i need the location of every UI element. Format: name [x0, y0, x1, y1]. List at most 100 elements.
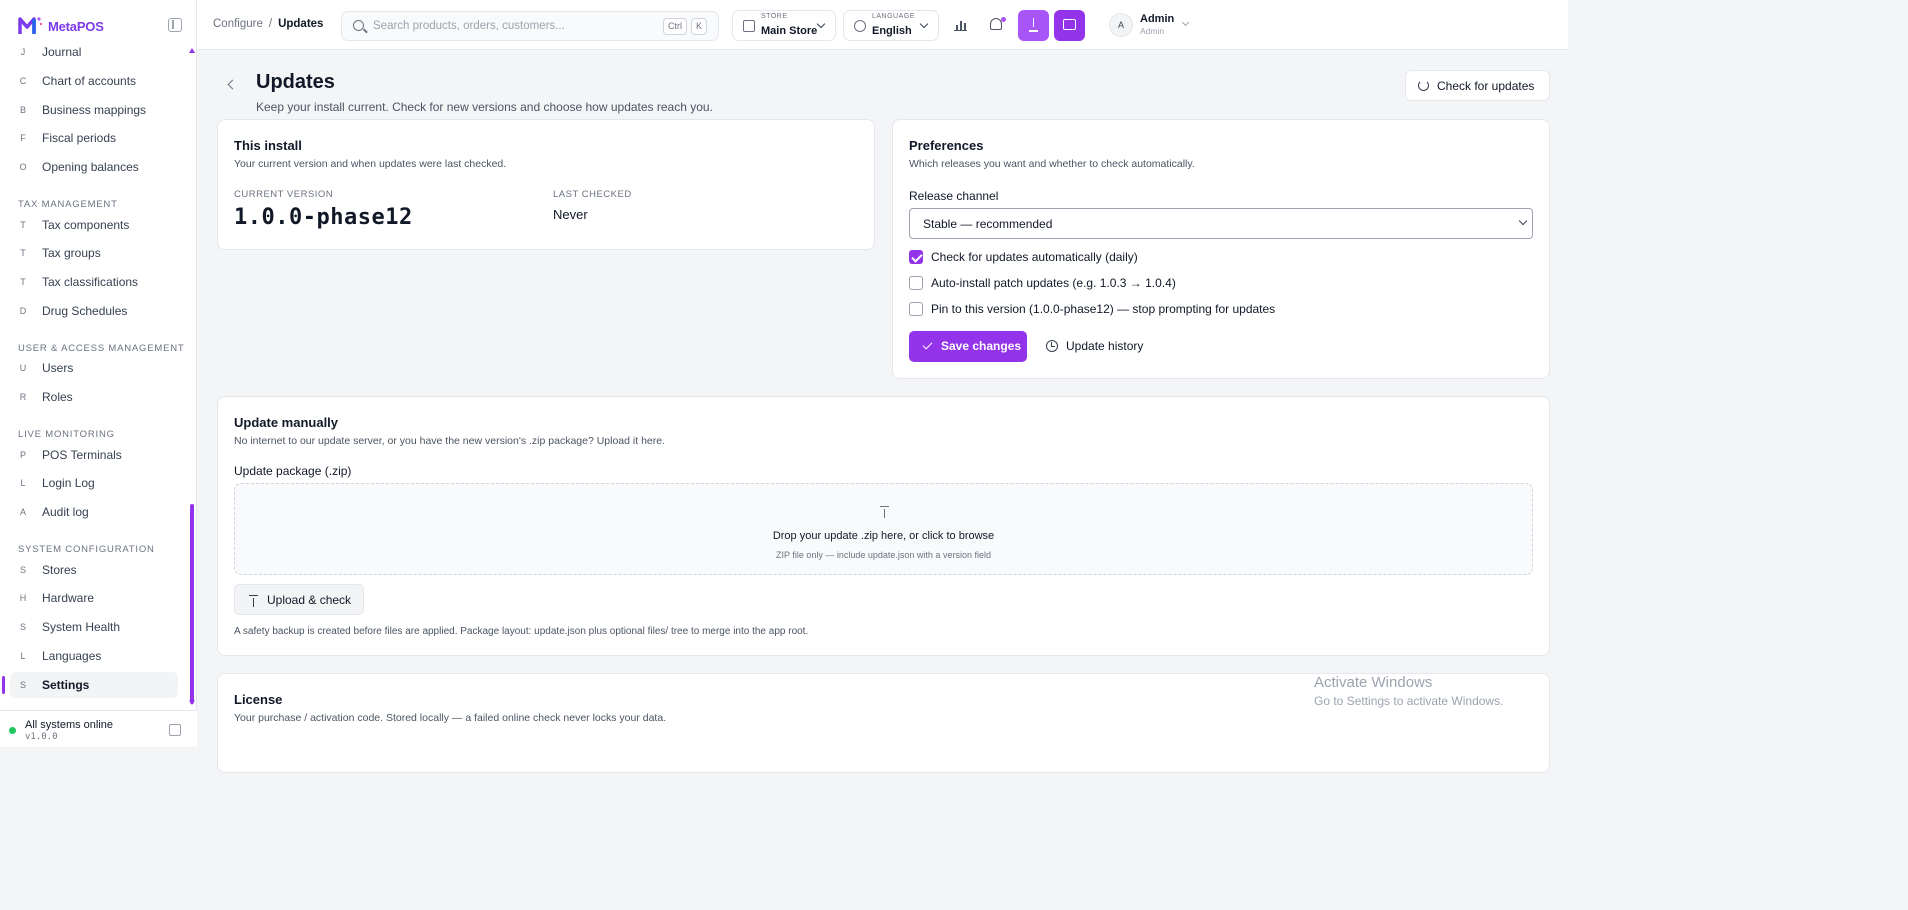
- sidebar-item-languages[interactable]: L Languages: [10, 643, 178, 669]
- chevron-down-icon: [919, 19, 929, 29]
- card-title: This install: [234, 138, 302, 153]
- chevron-down-icon: [1181, 18, 1190, 27]
- sidebar-item-label: Settings: [42, 678, 90, 692]
- sidebar-item-letter: A: [19, 507, 26, 517]
- update-history-label: Update history: [1066, 339, 1144, 353]
- sidebar-item-tax-components[interactable]: T Tax components: [10, 212, 178, 238]
- windows-activation-hint: Go to Settings to activate Windows.: [1314, 694, 1504, 708]
- check-icon: [922, 339, 933, 350]
- sidebar-group-title: LIVE MONITORING: [18, 429, 115, 440]
- sidebar-item-hardware[interactable]: H Hardware: [10, 585, 178, 611]
- back-icon[interactable]: [227, 79, 238, 90]
- sidebar-item-business-mappings[interactable]: B Business mappings: [10, 97, 178, 123]
- sidebar-item-label: Tax components: [42, 218, 130, 232]
- user-name: Admin: [1140, 13, 1175, 25]
- sidebar-group-title: USER & ACCESS MANAGEMENT: [18, 343, 185, 354]
- current-version-value: 1.0.0-phase12: [234, 205, 413, 230]
- sidebar-item-journal[interactable]: J Journal: [10, 42, 178, 65]
- save-changes-button[interactable]: Save changes: [909, 331, 1027, 362]
- topbar: Configure / Updates Search products, ord…: [197, 0, 1568, 50]
- pin-version-checkbox[interactable]: [909, 302, 923, 316]
- pin-version-label: Pin to this version (1.0.0-phase12) — st…: [931, 302, 1276, 316]
- current-version-caption: CURRENT VERSION: [234, 189, 334, 200]
- language-selector[interactable]: LANGUAGE English: [843, 10, 939, 41]
- store-value: Main Store: [761, 25, 818, 37]
- search-input[interactable]: Search products, orders, customers... Ct…: [341, 11, 719, 41]
- upload-icon: [249, 595, 258, 607]
- avatar: A: [1109, 13, 1133, 37]
- sidebar-item-pos-terminals[interactable]: P POS Terminals: [10, 442, 178, 468]
- update-dropzone[interactable]: Drop your update .zip here, or click to …: [234, 483, 1533, 575]
- sidebar-item-chart-of-accounts[interactable]: C Chart of accounts: [10, 68, 178, 94]
- pin-version-option[interactable]: Pin to this version (1.0.0-phase12) — st…: [909, 301, 1275, 317]
- sidebar-item-label: Users: [42, 361, 74, 375]
- card-description: Your purchase / activation code. Stored …: [234, 712, 667, 724]
- status-text: All systems online: [25, 719, 114, 731]
- breadcrumb-separator: /: [268, 18, 273, 30]
- backup-note: A safety backup is created before files …: [234, 626, 809, 637]
- brand-logo[interactable]: MetaPOS: [18, 14, 104, 38]
- sidebar-item-label: Login Log: [42, 476, 95, 490]
- sidebar-nav: J Journal C Chart of accounts B Business ma…: [0, 42, 190, 709]
- auto-install-option[interactable]: Auto-install patch updates (e.g. 1.0.3 →…: [909, 275, 1176, 291]
- store-selector[interactable]: STORE Main Store: [732, 10, 836, 41]
- page-subtitle: Keep your install current. Check for new…: [256, 100, 713, 114]
- card-title: License: [234, 692, 283, 707]
- sidebar-collapse-bottom-icon[interactable]: [169, 724, 181, 736]
- auto-install-checkbox[interactable]: [909, 276, 923, 290]
- upload-and-check-button[interactable]: Upload & check: [234, 584, 364, 615]
- card-description: Your current version and when updates we…: [234, 158, 507, 170]
- download-button[interactable]: [1018, 10, 1049, 41]
- sidebar-item-users[interactable]: U Users: [10, 355, 178, 381]
- pos-button[interactable]: [1054, 10, 1085, 41]
- sidebar-item-audit-log[interactable]: A Audit log: [10, 499, 178, 525]
- scroll-down-icon[interactable]: [189, 700, 195, 705]
- check-for-updates-button[interactable]: Check for updates: [1405, 70, 1550, 101]
- brand-name: MetaPOS: [48, 18, 104, 34]
- chevron-down-icon: [1518, 216, 1528, 226]
- sidebar-item-roles[interactable]: R Roles: [10, 384, 178, 410]
- update-package-label: Update package (.zip): [234, 464, 352, 478]
- notifications-button[interactable]: [981, 10, 1012, 41]
- sidebar-item-fiscal-periods[interactable]: F Fiscal periods: [10, 125, 178, 151]
- sidebar-item-opening-balances[interactable]: O Opening balances: [10, 154, 178, 180]
- store-icon: [743, 20, 755, 32]
- sidebar-item-letter: S: [19, 622, 26, 632]
- sidebar-item-settings[interactable]: S Settings: [2, 672, 178, 698]
- chevron-down-icon: [816, 19, 826, 29]
- card-description: No internet to our update server, or you…: [234, 435, 666, 447]
- pos-icon: [1063, 19, 1076, 30]
- sidebar-collapse-icon[interactable]: [168, 18, 182, 32]
- sidebar-item-tax-classifications[interactable]: T Tax classifications: [10, 269, 178, 295]
- sidebar-item-letter: T: [20, 277, 26, 287]
- sidebar-item-login-log[interactable]: L Login Log: [10, 470, 178, 496]
- install-card: This install Your current version and wh…: [217, 119, 875, 250]
- sidebar-item-label: Tax groups: [42, 246, 101, 260]
- sidebar-item-label: Audit log: [42, 505, 89, 519]
- sidebar-item-letter: J: [20, 47, 26, 57]
- sidebar-item-letter: C: [19, 76, 27, 86]
- scrollbar-thumb[interactable]: [190, 504, 194, 704]
- sidebar-item-tax-groups[interactable]: T Tax groups: [10, 240, 178, 266]
- auto-check-checkbox[interactable]: [909, 250, 923, 264]
- sidebar-item-stores[interactable]: S Stores: [10, 557, 178, 583]
- sidebar-item-system-health[interactable]: S System Health: [10, 614, 178, 640]
- breadcrumb-updates: Updates: [278, 18, 324, 30]
- release-channel-value: Stable — recommended: [923, 217, 1053, 231]
- sidebar-item-label: Languages: [42, 649, 102, 663]
- reports-button[interactable]: [945, 10, 976, 41]
- release-channel-select[interactable]: Stable — recommended: [909, 208, 1533, 239]
- sidebar-item-letter: L: [20, 478, 26, 488]
- auto-check-option[interactable]: Check for updates automatically (daily): [909, 249, 1138, 265]
- sidebar-item-label: System Health: [42, 620, 121, 634]
- sidebar-item-label: Opening balances: [42, 160, 139, 174]
- language-caption: LANGUAGE: [872, 13, 915, 20]
- check-for-updates-label: Check for updates: [1437, 79, 1535, 93]
- sidebar-item-drug-schedules[interactable]: D Drug Schedules: [10, 298, 178, 324]
- scroll-up-icon[interactable]: [189, 48, 195, 53]
- upload-icon: [880, 506, 889, 518]
- breadcrumb-configure[interactable]: Configure: [213, 18, 263, 30]
- sidebar-scrollbar[interactable]: [189, 48, 195, 708]
- sidebar-item-label: Journal: [42, 45, 82, 59]
- card-title: Update manually: [234, 415, 339, 430]
